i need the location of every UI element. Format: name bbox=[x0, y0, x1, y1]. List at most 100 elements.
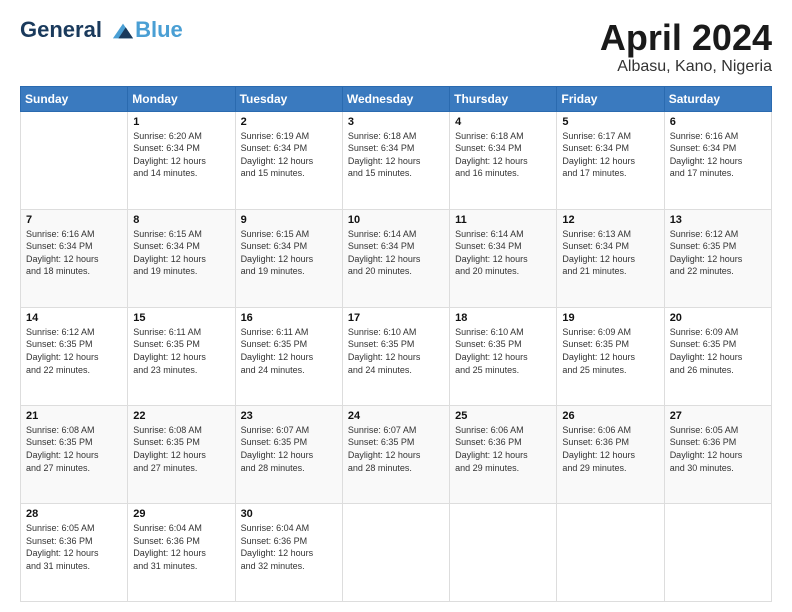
calendar-week-1: 1 Sunrise: 6:20 AM Sunset: 6:34 PM Daylig… bbox=[21, 111, 772, 209]
calendar-cell: 20 Sunrise: 6:09 AM Sunset: 6:35 PM Dayli… bbox=[664, 307, 771, 405]
calendar-week-2: 7 Sunrise: 6:16 AM Sunset: 6:34 PM Daylig… bbox=[21, 209, 772, 307]
day-number: 15 bbox=[133, 312, 229, 324]
logo-line2: Blue bbox=[135, 17, 183, 42]
day-number: 20 bbox=[670, 312, 766, 324]
calendar-cell bbox=[450, 503, 557, 601]
day-number: 29 bbox=[133, 508, 229, 520]
calendar-cell: 27 Sunrise: 6:05 AM Sunset: 6:36 PM Dayli… bbox=[664, 405, 771, 503]
calendar-week-3: 14Sunrise: 6:12 AM Sunset: 6:35 PM Dayli… bbox=[21, 307, 772, 405]
day-number: 22 bbox=[133, 410, 229, 422]
calendar-cell: 4 Sunrise: 6:18 AM Sunset: 6:34 PM Daylig… bbox=[450, 111, 557, 209]
day-number: 30 bbox=[241, 508, 337, 520]
day-info: Sunrise: 6:05 AM Sunset: 6:36 PM Dayligh… bbox=[26, 522, 122, 572]
calendar-header-tuesday: Tuesday bbox=[235, 86, 342, 111]
day-info: Sunrise: 6:15 AM Sunset: 6:34 PM Dayligh… bbox=[133, 228, 229, 278]
calendar-cell: 6 Sunrise: 6:16 AM Sunset: 6:34 PM Daylig… bbox=[664, 111, 771, 209]
day-info: Sunrise: 6:16 AM Sunset: 6:34 PM Dayligh… bbox=[670, 130, 766, 180]
main-title: April 2024 bbox=[600, 18, 772, 58]
day-number: 26 bbox=[562, 410, 658, 422]
day-number: 14 bbox=[26, 312, 122, 324]
day-number: 28 bbox=[26, 508, 122, 520]
calendar-header-row: SundayMondayTuesdayWednesdayThursdayFrid… bbox=[21, 86, 772, 111]
day-number: 2 bbox=[241, 116, 337, 128]
calendar-cell: 22 Sunrise: 6:08 AM Sunset: 6:35 PM Dayli… bbox=[128, 405, 235, 503]
calendar-header-saturday: Saturday bbox=[664, 86, 771, 111]
calendar-cell bbox=[557, 503, 664, 601]
day-number: 3 bbox=[348, 116, 444, 128]
day-info: Sunrise: 6:18 AM Sunset: 6:34 PM Dayligh… bbox=[348, 130, 444, 180]
calendar-cell: 5Sunrise: 6:17 AM Sunset: 6:34 PM Daylig… bbox=[557, 111, 664, 209]
day-number: 7 bbox=[26, 214, 122, 226]
calendar-cell bbox=[342, 503, 449, 601]
day-info: Sunrise: 6:08 AM Sunset: 6:35 PM Dayligh… bbox=[26, 424, 122, 474]
day-info: Sunrise: 6:06 AM Sunset: 6:36 PM Dayligh… bbox=[562, 424, 658, 474]
day-info: Sunrise: 6:14 AM Sunset: 6:34 PM Dayligh… bbox=[348, 228, 444, 278]
calendar-cell: 21 Sunrise: 6:08 AM Sunset: 6:35 PM Dayli… bbox=[21, 405, 128, 503]
day-number: 4 bbox=[455, 116, 551, 128]
calendar-week-5: 28 Sunrise: 6:05 AM Sunset: 6:36 PM Dayli… bbox=[21, 503, 772, 601]
calendar-cell bbox=[664, 503, 771, 601]
subtitle: Albasu, Kano, Nigeria bbox=[600, 58, 772, 76]
calendar-cell: 7 Sunrise: 6:16 AM Sunset: 6:34 PM Daylig… bbox=[21, 209, 128, 307]
day-info: Sunrise: 6:20 AM Sunset: 6:34 PM Dayligh… bbox=[133, 130, 229, 180]
calendar-cell: 3 Sunrise: 6:18 AM Sunset: 6:34 PM Daylig… bbox=[342, 111, 449, 209]
calendar-table: SundayMondayTuesdayWednesdayThursdayFrid… bbox=[20, 86, 772, 602]
calendar-cell: 25 Sunrise: 6:06 AM Sunset: 6:36 PM Dayli… bbox=[450, 405, 557, 503]
calendar-cell bbox=[21, 111, 128, 209]
day-info: Sunrise: 6:09 AM Sunset: 6:35 PM Dayligh… bbox=[562, 326, 658, 376]
day-number: 9 bbox=[241, 214, 337, 226]
day-info: Sunrise: 6:16 AM Sunset: 6:34 PM Dayligh… bbox=[26, 228, 122, 278]
calendar-cell: 18 Sunrise: 6:10 AM Sunset: 6:35 PM Dayli… bbox=[450, 307, 557, 405]
header: General Blue April 2024 Albasu, Kano, Ni… bbox=[20, 18, 772, 76]
calendar-cell: 11Sunrise: 6:14 AM Sunset: 6:34 PM Dayli… bbox=[450, 209, 557, 307]
calendar-cell: 23Sunrise: 6:07 AM Sunset: 6:35 PM Dayli… bbox=[235, 405, 342, 503]
day-number: 18 bbox=[455, 312, 551, 324]
calendar-cell: 13 Sunrise: 6:12 AM Sunset: 6:35 PM Dayli… bbox=[664, 209, 771, 307]
day-info: Sunrise: 6:05 AM Sunset: 6:36 PM Dayligh… bbox=[670, 424, 766, 474]
day-number: 25 bbox=[455, 410, 551, 422]
day-number: 21 bbox=[26, 410, 122, 422]
day-info: Sunrise: 6:06 AM Sunset: 6:36 PM Dayligh… bbox=[455, 424, 551, 474]
calendar-cell: 15Sunrise: 6:11 AM Sunset: 6:35 PM Dayli… bbox=[128, 307, 235, 405]
calendar-cell: 12Sunrise: 6:13 AM Sunset: 6:34 PM Dayli… bbox=[557, 209, 664, 307]
calendar-cell: 10Sunrise: 6:14 AM Sunset: 6:34 PM Dayli… bbox=[342, 209, 449, 307]
calendar-cell: 14Sunrise: 6:12 AM Sunset: 6:35 PM Dayli… bbox=[21, 307, 128, 405]
day-number: 17 bbox=[348, 312, 444, 324]
title-block: April 2024 Albasu, Kano, Nigeria bbox=[600, 18, 772, 76]
calendar-cell: 16Sunrise: 6:11 AM Sunset: 6:35 PM Dayli… bbox=[235, 307, 342, 405]
calendar-header-wednesday: Wednesday bbox=[342, 86, 449, 111]
page: General Blue April 2024 Albasu, Kano, Ni… bbox=[0, 0, 792, 612]
calendar-cell: 8Sunrise: 6:15 AM Sunset: 6:34 PM Daylig… bbox=[128, 209, 235, 307]
day-info: Sunrise: 6:07 AM Sunset: 6:35 PM Dayligh… bbox=[241, 424, 337, 474]
calendar-cell: 28 Sunrise: 6:05 AM Sunset: 6:36 PM Dayli… bbox=[21, 503, 128, 601]
day-info: Sunrise: 6:12 AM Sunset: 6:35 PM Dayligh… bbox=[670, 228, 766, 278]
day-info: Sunrise: 6:04 AM Sunset: 6:36 PM Dayligh… bbox=[241, 522, 337, 572]
day-number: 6 bbox=[670, 116, 766, 128]
day-info: Sunrise: 6:09 AM Sunset: 6:35 PM Dayligh… bbox=[670, 326, 766, 376]
calendar-cell: 19Sunrise: 6:09 AM Sunset: 6:35 PM Dayli… bbox=[557, 307, 664, 405]
calendar-cell: 26 Sunrise: 6:06 AM Sunset: 6:36 PM Dayli… bbox=[557, 405, 664, 503]
calendar-cell: 17Sunrise: 6:10 AM Sunset: 6:35 PM Dayli… bbox=[342, 307, 449, 405]
calendar-header-thursday: Thursday bbox=[450, 86, 557, 111]
logo-line1: General bbox=[20, 17, 102, 42]
calendar-cell: 29 Sunrise: 6:04 AM Sunset: 6:36 PM Dayli… bbox=[128, 503, 235, 601]
calendar-cell: 30 Sunrise: 6:04 AM Sunset: 6:36 PM Dayli… bbox=[235, 503, 342, 601]
calendar-cell: 24Sunrise: 6:07 AM Sunset: 6:35 PM Dayli… bbox=[342, 405, 449, 503]
calendar-cell: 1 Sunrise: 6:20 AM Sunset: 6:34 PM Daylig… bbox=[128, 111, 235, 209]
logo-text: General Blue bbox=[20, 18, 183, 42]
day-info: Sunrise: 6:10 AM Sunset: 6:35 PM Dayligh… bbox=[455, 326, 551, 376]
day-info: Sunrise: 6:15 AM Sunset: 6:34 PM Dayligh… bbox=[241, 228, 337, 278]
calendar-week-4: 21 Sunrise: 6:08 AM Sunset: 6:35 PM Dayli… bbox=[21, 405, 772, 503]
calendar-header-monday: Monday bbox=[128, 86, 235, 111]
day-info: Sunrise: 6:11 AM Sunset: 6:35 PM Dayligh… bbox=[241, 326, 337, 376]
day-number: 11 bbox=[455, 214, 551, 226]
day-number: 13 bbox=[670, 214, 766, 226]
day-info: Sunrise: 6:18 AM Sunset: 6:34 PM Dayligh… bbox=[455, 130, 551, 180]
day-info: Sunrise: 6:08 AM Sunset: 6:35 PM Dayligh… bbox=[133, 424, 229, 474]
calendar-cell: 2Sunrise: 6:19 AM Sunset: 6:34 PM Daylig… bbox=[235, 111, 342, 209]
day-number: 27 bbox=[670, 410, 766, 422]
day-number: 5 bbox=[562, 116, 658, 128]
day-info: Sunrise: 6:07 AM Sunset: 6:35 PM Dayligh… bbox=[348, 424, 444, 474]
day-number: 1 bbox=[133, 116, 229, 128]
day-info: Sunrise: 6:04 AM Sunset: 6:36 PM Dayligh… bbox=[133, 522, 229, 572]
